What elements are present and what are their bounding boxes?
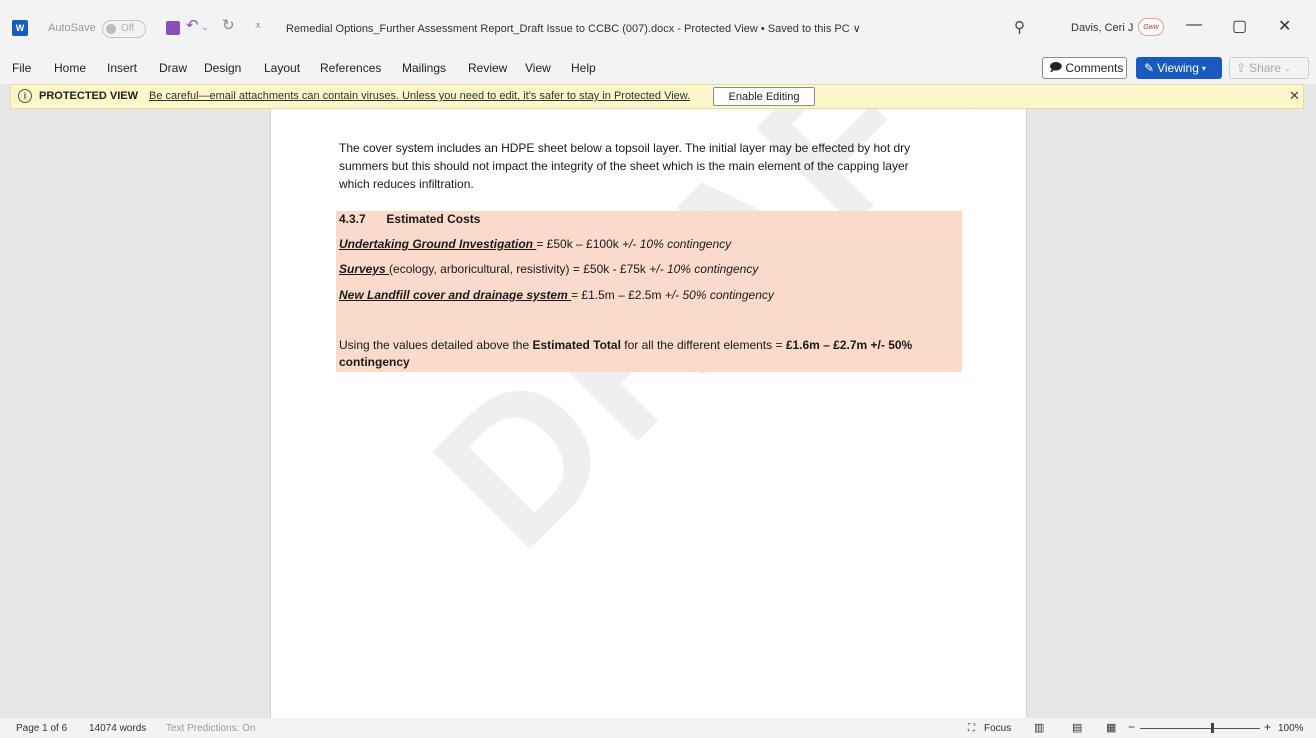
maximize-button[interactable]: ▢ [1232, 16, 1247, 36]
comments-button[interactable]: 🗩 Comments [1042, 57, 1127, 79]
protected-view-bar: i PROTECTED VIEW Be careful—email attach… [10, 84, 1304, 109]
text-predictions[interactable]: Text Predictions: On [166, 723, 255, 734]
autosave-toggle[interactable]: Off [102, 20, 146, 38]
zoom-out-icon[interactable]: − [1128, 720, 1135, 734]
zoom-level[interactable]: 100% [1278, 723, 1304, 734]
section-heading: 4.3.7 Estimated Costs [339, 212, 480, 226]
zoom-in-icon[interactable]: + [1264, 720, 1271, 734]
cost-item: New Landfill cover and drainage system =… [339, 288, 774, 302]
section-number: 4.3.7 [339, 212, 366, 226]
close-icon[interactable]: ✕ [1289, 88, 1300, 104]
comment-icon: 🗩 [1049, 59, 1063, 74]
tab-design[interactable]: Design [204, 61, 241, 75]
protected-view-message[interactable]: Be careful—email attachments can contain… [149, 90, 690, 102]
read-mode-icon[interactable]: ▥ [1034, 721, 1044, 734]
page-count[interactable]: Page 1 of 6 [16, 723, 67, 734]
estimated-total: Using the values detailed above the Esti… [339, 338, 912, 352]
viewing-label: Viewing [1157, 61, 1199, 75]
cost-item: Undertaking Ground Investigation = £50k … [339, 237, 731, 251]
cost-contingency: +/- 10% contingency [649, 262, 759, 276]
tab-help[interactable]: Help [571, 61, 596, 75]
share-button[interactable]: ⇪ Share ⌄ [1229, 57, 1309, 79]
tab-home[interactable]: Home [54, 61, 86, 75]
user-name[interactable]: Davis, Ceri J [1071, 22, 1133, 34]
avatar[interactable]: Gww [1138, 18, 1164, 36]
autosave-state: Off [121, 23, 135, 34]
cost-value: (ecology, arboricultural, resistivity) =… [389, 262, 650, 276]
autosave-label: AutoSave [48, 22, 96, 34]
cost-label: Surveys [339, 262, 390, 276]
body-paragraph: The cover system includes an HDPE sheet … [339, 139, 964, 193]
paragraph-line: which reduces infiltration. [339, 177, 474, 191]
tab-view[interactable]: View [525, 61, 551, 75]
cost-value: = £1.5m – £2.5m [571, 288, 665, 302]
cost-contingency: +/- 50% contingency [664, 288, 774, 302]
print-layout-icon[interactable]: ▤ [1072, 721, 1082, 734]
tab-references[interactable]: References [320, 61, 381, 75]
chevron-down-icon: ⌄ [1284, 63, 1291, 73]
tab-review[interactable]: Review [468, 61, 507, 75]
share-icon: ⇪ [1236, 61, 1247, 75]
total-value: £1.6m – £2.7m +/- 50% [785, 338, 913, 352]
total-bold: Estimated Total [532, 338, 621, 352]
save-icon[interactable] [166, 21, 180, 35]
status-bar: Page 1 of 6 14074 words Text Predictions… [0, 718, 1316, 738]
cost-value: = £50k – £100k [536, 237, 623, 251]
section-title: Estimated Costs [386, 212, 481, 226]
document-title[interactable]: Remedial Options_Further Assessment Repo… [286, 22, 861, 35]
pen-icon: ✎ [1144, 61, 1155, 75]
zoom-slider-thumb[interactable] [1211, 723, 1214, 733]
title-bar: W AutoSave Off ↶ ⌄ ↻ ⩡ Remedial Options_… [0, 0, 1316, 56]
close-button[interactable]: ✕ [1278, 16, 1291, 36]
focus-button[interactable]: Focus [984, 723, 1011, 734]
tab-file[interactable]: File [12, 61, 31, 75]
total-mid: for all the different elements = [620, 338, 786, 352]
viewing-button[interactable]: ✎ Viewing ▾ [1136, 57, 1222, 79]
share-label: Share [1249, 61, 1282, 75]
tab-insert[interactable]: Insert [107, 61, 137, 75]
cost-label: Undertaking Ground Investigation [339, 237, 537, 251]
info-icon: i [18, 89, 32, 103]
word-app-icon: W [12, 20, 28, 36]
undo-icon[interactable]: ↶ ⌄ [186, 16, 209, 34]
cost-contingency: +/- 10% contingency [622, 237, 732, 251]
redo-icon[interactable]: ↻ [222, 16, 235, 34]
zoom-slider[interactable] [1140, 728, 1260, 729]
customize-toolbar-icon[interactable]: ⩡ [255, 20, 261, 33]
protected-view-label: PROTECTED VIEW [39, 90, 139, 102]
tab-layout[interactable]: Layout [264, 61, 300, 75]
total-prefix: Using the values detailed above the [339, 338, 533, 352]
word-count[interactable]: 14074 words [89, 723, 146, 734]
enable-editing-button[interactable]: Enable Editing [713, 87, 815, 106]
web-layout-icon[interactable]: ▦ [1106, 721, 1116, 734]
chevron-down-icon: ▾ [1201, 63, 1206, 73]
paragraph-line: The cover system includes an HDPE sheet … [339, 141, 911, 155]
cost-item: Surveys (ecology, arboricultural, resist… [339, 262, 758, 276]
paragraph-line: summers but this should not impact the i… [339, 159, 909, 173]
minimize-button[interactable]: — [1186, 16, 1202, 34]
tab-mailings[interactable]: Mailings [402, 61, 446, 75]
ribbon-tabs: File Home Insert Draw Design Layout Refe… [0, 56, 1316, 84]
cost-label: New Landfill cover and drainage system [339, 288, 572, 302]
focus-icon[interactable]: ⛶ [968, 723, 975, 734]
tab-draw[interactable]: Draw [159, 61, 187, 75]
comments-label: Comments [1065, 61, 1124, 75]
estimated-total-line2: contingency [339, 355, 410, 369]
search-icon[interactable]: ⚲ [1014, 18, 1025, 36]
toggle-knob [106, 24, 116, 34]
document-canvas[interactable]: DRAFT The cover system includes an HDPE … [0, 109, 1316, 718]
document-page[interactable]: DRAFT The cover system includes an HDPE … [270, 109, 1027, 718]
